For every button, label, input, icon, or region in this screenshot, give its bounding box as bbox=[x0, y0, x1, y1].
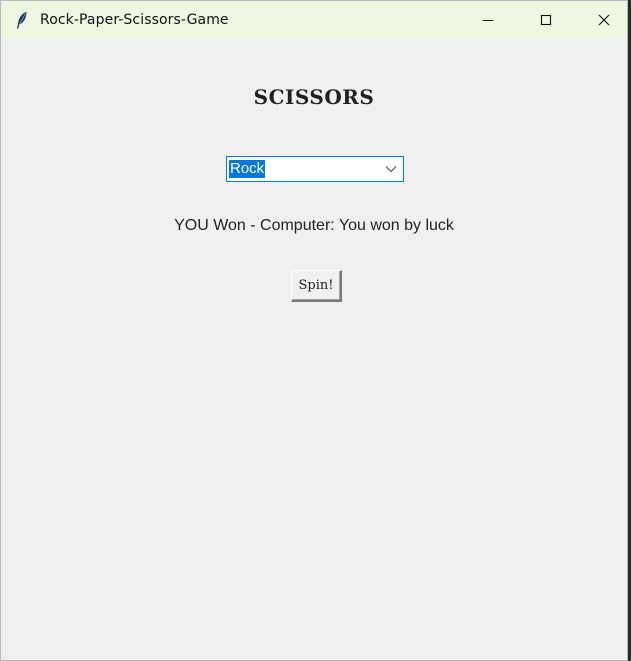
title-bar[interactable]: Rock-Paper-Scissors-Game bbox=[1, 1, 627, 39]
app-window: Rock-Paper-Scissors-Game SCISSORS Rock Y… bbox=[0, 0, 628, 661]
window-title: Rock-Paper-Scissors-Game bbox=[40, 12, 229, 28]
minimize-icon bbox=[483, 20, 493, 21]
close-button[interactable] bbox=[581, 1, 627, 39]
minimize-button[interactable] bbox=[465, 1, 511, 39]
choice-dropdown[interactable]: Rock bbox=[226, 156, 404, 182]
window-controls bbox=[465, 1, 627, 39]
chevron-down-icon[interactable] bbox=[385, 165, 397, 173]
main-content: SCISSORS Rock YOU Won - Computer: You wo… bbox=[1, 39, 627, 660]
result-label: YOU Won - Computer: You won by luck bbox=[174, 217, 454, 234]
choice-heading: SCISSORS bbox=[253, 85, 375, 109]
spin-button[interactable]: Spin! bbox=[291, 270, 342, 302]
close-icon bbox=[598, 14, 610, 26]
feather-icon bbox=[15, 11, 29, 29]
maximize-icon bbox=[540, 14, 552, 26]
maximize-button[interactable] bbox=[523, 1, 569, 39]
dropdown-selected-value: Rock bbox=[229, 160, 266, 178]
